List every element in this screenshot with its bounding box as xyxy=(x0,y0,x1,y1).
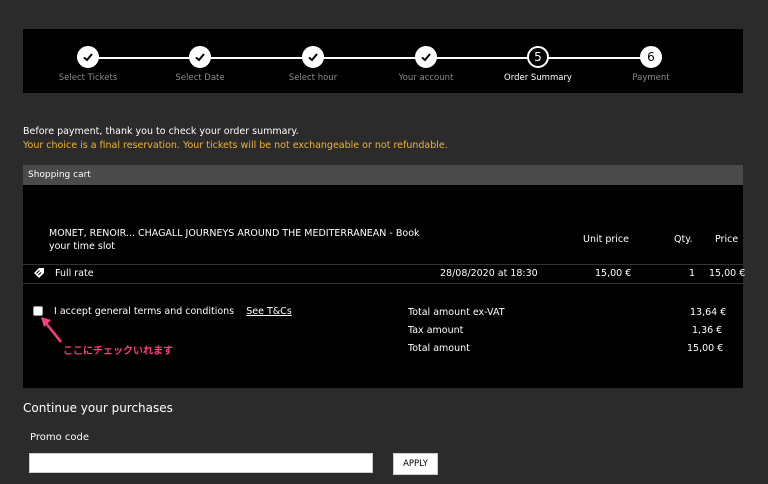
product-title: MONET, RENOIR... CHAGALL JOURNEYS AROUND… xyxy=(49,228,420,252)
total-amount-value: 15,00 € xyxy=(687,343,724,354)
tax-amount-value: 1,36 € xyxy=(692,325,723,336)
accept-terms-text: I accept general terms and conditions xyxy=(54,306,235,317)
promo-code-input[interactable] xyxy=(29,453,373,473)
row-qty: 1 xyxy=(689,268,696,279)
step-label: Order Summary xyxy=(504,73,572,83)
check-icon xyxy=(77,46,99,68)
check-icon xyxy=(415,46,437,68)
step-number: 5 xyxy=(534,50,542,64)
row-divider xyxy=(23,283,743,284)
promo-code-label: Promo code xyxy=(30,432,90,443)
step-select-tickets[interactable]: Select Tickets xyxy=(33,46,143,83)
qty-header: Qty. xyxy=(674,234,693,245)
check-icon xyxy=(302,46,324,68)
step-select-date[interactable]: Select Date xyxy=(145,46,255,83)
row-unit-price: 15,00 € xyxy=(595,268,632,279)
step-number-circle: 5 xyxy=(527,46,549,68)
row-price: 15,00 € xyxy=(709,268,746,279)
tax-amount-label: Tax amount xyxy=(408,325,464,336)
booking-datetime: 28/08/2020 at 18:30 xyxy=(440,268,538,279)
step-number: 6 xyxy=(647,50,655,64)
shopping-cart-panel: MONET, RENOIR... CHAGALL JOURNEYS AROUND… xyxy=(23,185,746,388)
step-label: Select Tickets xyxy=(58,73,118,83)
check-summary-notice: Before payment, thank you to check your … xyxy=(23,126,299,137)
final-reservation-warning: Your choice is a final reservation. Your… xyxy=(23,140,448,151)
continue-purchases-heading: Continue your purchases xyxy=(23,401,173,415)
accept-terms-label: I accept general terms and conditions Se… xyxy=(54,306,292,317)
step-label: Payment xyxy=(632,73,670,83)
total-ex-vat-value: 13,64 € xyxy=(690,307,727,318)
step-number-circle: 6 xyxy=(640,46,662,68)
step-your-account[interactable]: Your account xyxy=(371,46,481,83)
rate-name: Full rate xyxy=(55,268,94,279)
total-amount-label: Total amount xyxy=(408,343,470,354)
annotation-arrow-icon xyxy=(41,317,62,343)
unit-price-header: Unit price xyxy=(583,234,630,245)
check-icon xyxy=(189,46,211,68)
accept-terms-checkbox[interactable] xyxy=(33,306,43,316)
step-payment: 6 Payment xyxy=(596,46,706,83)
shopping-cart-header: Shopping cart xyxy=(23,165,743,185)
step-label: Select hour xyxy=(288,73,338,83)
see-tcs-link[interactable]: See T&Cs xyxy=(246,306,292,317)
progress-stepper: Select Tickets Select Date Select hour Y… xyxy=(23,29,743,93)
row-divider xyxy=(23,264,743,265)
total-ex-vat-label: Total amount ex-VAT xyxy=(408,307,505,318)
step-select-hour[interactable]: Select hour xyxy=(258,46,368,83)
price-header: Price xyxy=(715,234,739,245)
step-label: Your account xyxy=(398,73,454,83)
step-label: Select Date xyxy=(175,73,225,83)
step-order-summary: 5 Order Summary xyxy=(483,46,593,83)
ticket-icon xyxy=(34,268,44,278)
apply-button[interactable]: APPLY xyxy=(393,453,438,475)
annotation-text: ここにチェックいれます xyxy=(63,346,173,357)
